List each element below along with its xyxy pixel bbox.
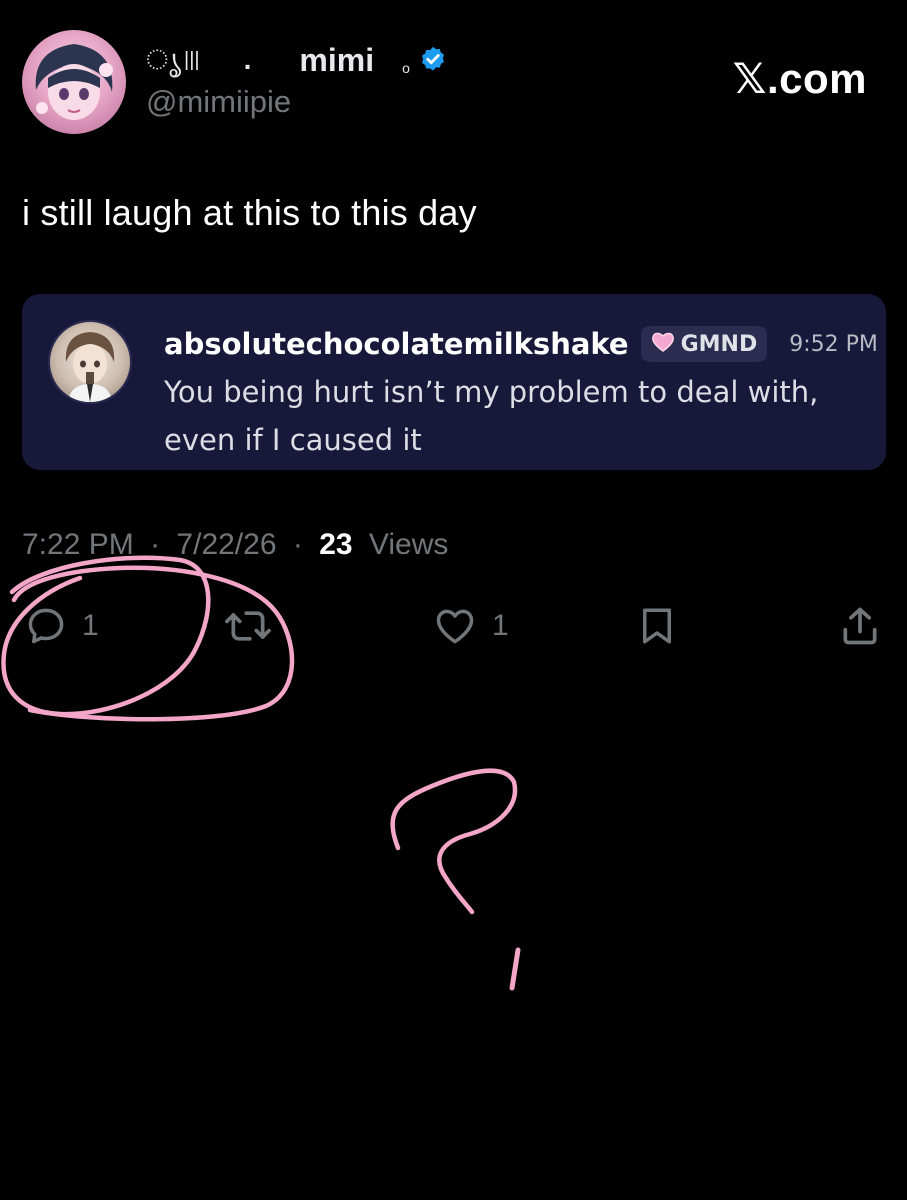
tweet-time[interactable]: 7:22 PM bbox=[22, 528, 134, 561]
display-name-decoration: ൃ bbox=[146, 43, 183, 75]
quoted-timestamp: 9:52 PM bbox=[789, 331, 878, 357]
user-handle[interactable]: @mimiipie bbox=[146, 84, 291, 120]
hand-drawn-annotation bbox=[1, 555, 521, 991]
display-name-bars: ||| bbox=[184, 48, 200, 71]
reply-button[interactable]: 1 bbox=[24, 604, 99, 648]
annotation-question-mark bbox=[390, 768, 518, 915]
quoted-user-avatar bbox=[48, 320, 132, 404]
retweet-button[interactable] bbox=[224, 604, 272, 648]
server-tag-badge: GMND bbox=[640, 326, 768, 362]
heart-tag-icon bbox=[651, 331, 675, 358]
like-count: 1 bbox=[492, 609, 509, 642]
tweet-meta: 7:22 PM · 7/22/26 · 23 Views bbox=[22, 528, 448, 562]
display-name-row[interactable]: ൃ ||| . mimi ο bbox=[146, 40, 448, 80]
server-tag-label: GMND bbox=[680, 331, 758, 357]
share-icon bbox=[838, 604, 882, 648]
reply-icon bbox=[24, 604, 68, 648]
like-button[interactable]: 1 bbox=[432, 604, 509, 648]
like-icon bbox=[432, 604, 478, 648]
display-name-dot: . bbox=[243, 44, 252, 75]
views-count: 23 bbox=[319, 528, 353, 561]
tweet-screenshot: ൃ ||| . mimi ο @mimiipie 𝕏.com i still l… bbox=[0, 0, 907, 1200]
quoted-user-row: absolutechocolatemilkshake GMND 9:52 PM bbox=[164, 324, 878, 364]
annotation-question-dot bbox=[509, 947, 521, 991]
quoted-message-text: You being hurt isn’t my problem to deal … bbox=[164, 375, 819, 457]
display-name: mimi bbox=[299, 41, 375, 78]
display-name-suffix: ο bbox=[402, 60, 410, 76]
bookmark-icon bbox=[636, 604, 678, 648]
quoted-message-card[interactable]: absolutechocolatemilkshake GMND 9:52 PM … bbox=[22, 294, 886, 470]
meta-separator: · bbox=[292, 528, 303, 561]
verified-badge-icon bbox=[418, 45, 448, 75]
quoted-username[interactable]: absolutechocolatemilkshake bbox=[164, 327, 629, 361]
site-watermark: 𝕏.com bbox=[732, 55, 867, 102]
tweet-date[interactable]: 7/22/26 bbox=[176, 528, 276, 561]
share-button[interactable] bbox=[838, 604, 882, 648]
profile-avatar[interactable] bbox=[22, 30, 126, 134]
reply-count: 1 bbox=[82, 609, 99, 642]
bookmark-button[interactable] bbox=[636, 604, 678, 648]
tweet-text: i still laugh at this to this day bbox=[22, 192, 477, 233]
meta-separator: · bbox=[150, 528, 161, 561]
views-label: Views bbox=[368, 528, 449, 561]
retweet-icon bbox=[224, 604, 272, 648]
